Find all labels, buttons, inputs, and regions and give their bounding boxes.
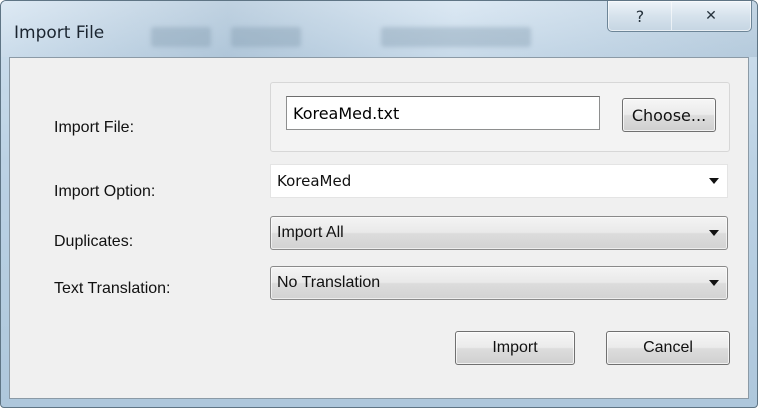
choose-button[interactable]: Choose... [622,98,716,132]
background-blur [231,27,301,47]
duplicates-value: Import All [277,224,344,241]
text-translation-label: Text Translation: [54,280,171,297]
background-blur [381,27,531,47]
import-file-label: Import File: [54,119,135,136]
cancel-button[interactable]: Cancel [606,331,730,365]
import-option-value: KoreaMed [277,172,352,190]
dialog-title: Import File [14,23,105,43]
import-file-field[interactable] [286,96,600,130]
import-file-dialog: Import File ? ✕ Import File: Choose... I… [0,0,758,408]
help-button[interactable]: ? [607,1,673,32]
import-option-label: Import Option: [54,183,156,200]
background-blur [151,27,211,47]
duplicates-select[interactable]: Import All [270,216,728,250]
close-icon: ✕ [705,8,717,24]
text-translation-value: No Translation [277,274,381,291]
text-translation-select[interactable]: No Translation [270,266,728,300]
duplicates-label: Duplicates: [54,233,134,250]
help-icon: ? [635,6,645,26]
chevron-down-icon [709,178,719,184]
import-button[interactable]: Import [455,331,575,365]
close-button[interactable]: ✕ [671,1,752,32]
chevron-down-icon [709,280,719,286]
chevron-down-icon [709,230,719,236]
import-option-select[interactable]: KoreaMed [270,164,728,198]
dialog-body: Import File: Choose... Import Option: Ko… [9,57,749,399]
